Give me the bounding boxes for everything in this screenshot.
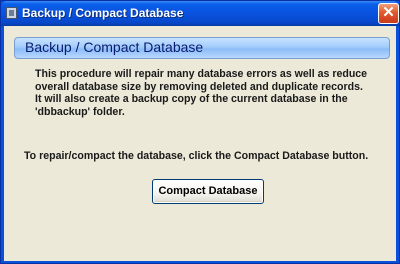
instruction-text: To repair/compact the database, click th…	[24, 150, 369, 162]
description-line: It will also create a backup copy of the…	[35, 93, 348, 106]
description-line: overall database size by removing delete…	[35, 80, 363, 93]
description-line: 'dbbackup' folder.	[35, 105, 125, 118]
close-icon[interactable]: ✕	[378, 3, 399, 24]
backup-compact-window: Backup / Compact Database ✕ Backup / Com…	[0, 0, 400, 264]
app-database-icon	[6, 7, 17, 19]
procedure-description: This procedure will repair many database…	[35, 68, 385, 118]
title-bar[interactable]: Backup / Compact Database ✕	[1, 1, 399, 26]
dialog-body: Backup / Compact Database This procedure…	[4, 26, 396, 261]
section-title: Backup / Compact Database	[25, 39, 204, 55]
description-line: This procedure will repair many database…	[35, 68, 368, 80]
section-header: Backup / Compact Database	[14, 37, 390, 59]
compact-database-button[interactable]: Compact Database	[152, 179, 264, 204]
window-title: Backup / Compact Database	[22, 6, 184, 20]
